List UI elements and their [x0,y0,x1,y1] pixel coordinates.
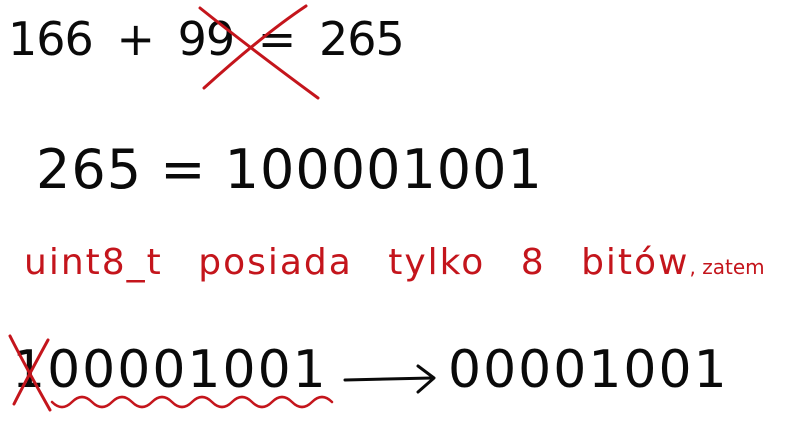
truncated-binary: 100001001 [12,340,328,400]
equals-sign: = [160,138,207,201]
binary-conversion-line: 265 = 100001001 [36,138,543,201]
arrow-shaft [343,376,434,382]
binary-value: 100001001 [224,138,543,201]
result-bits: 00001001 [448,340,729,400]
truncation-result: 00001001 [448,340,729,400]
note-tail-text: , zatem [689,255,765,279]
operand-a: 166 [8,12,94,66]
note-main-text: uint8_t posiada tylko 8 bitów [24,242,690,283]
equation-line: 166 + 99 = 265 [8,12,405,66]
plus-sign: + [116,12,155,66]
operand-b: 99 [177,12,236,66]
arrow-head [416,364,436,394]
decimal-value: 265 [36,138,143,201]
crossed-result: 265 [318,12,405,66]
equals-sign: = [257,12,297,66]
red-note: uint8_t posiada tylko 8 bitów, zatem [24,242,765,283]
kept-bits: 00001001 [47,340,328,400]
dropped-bit: 1 [12,340,48,400]
